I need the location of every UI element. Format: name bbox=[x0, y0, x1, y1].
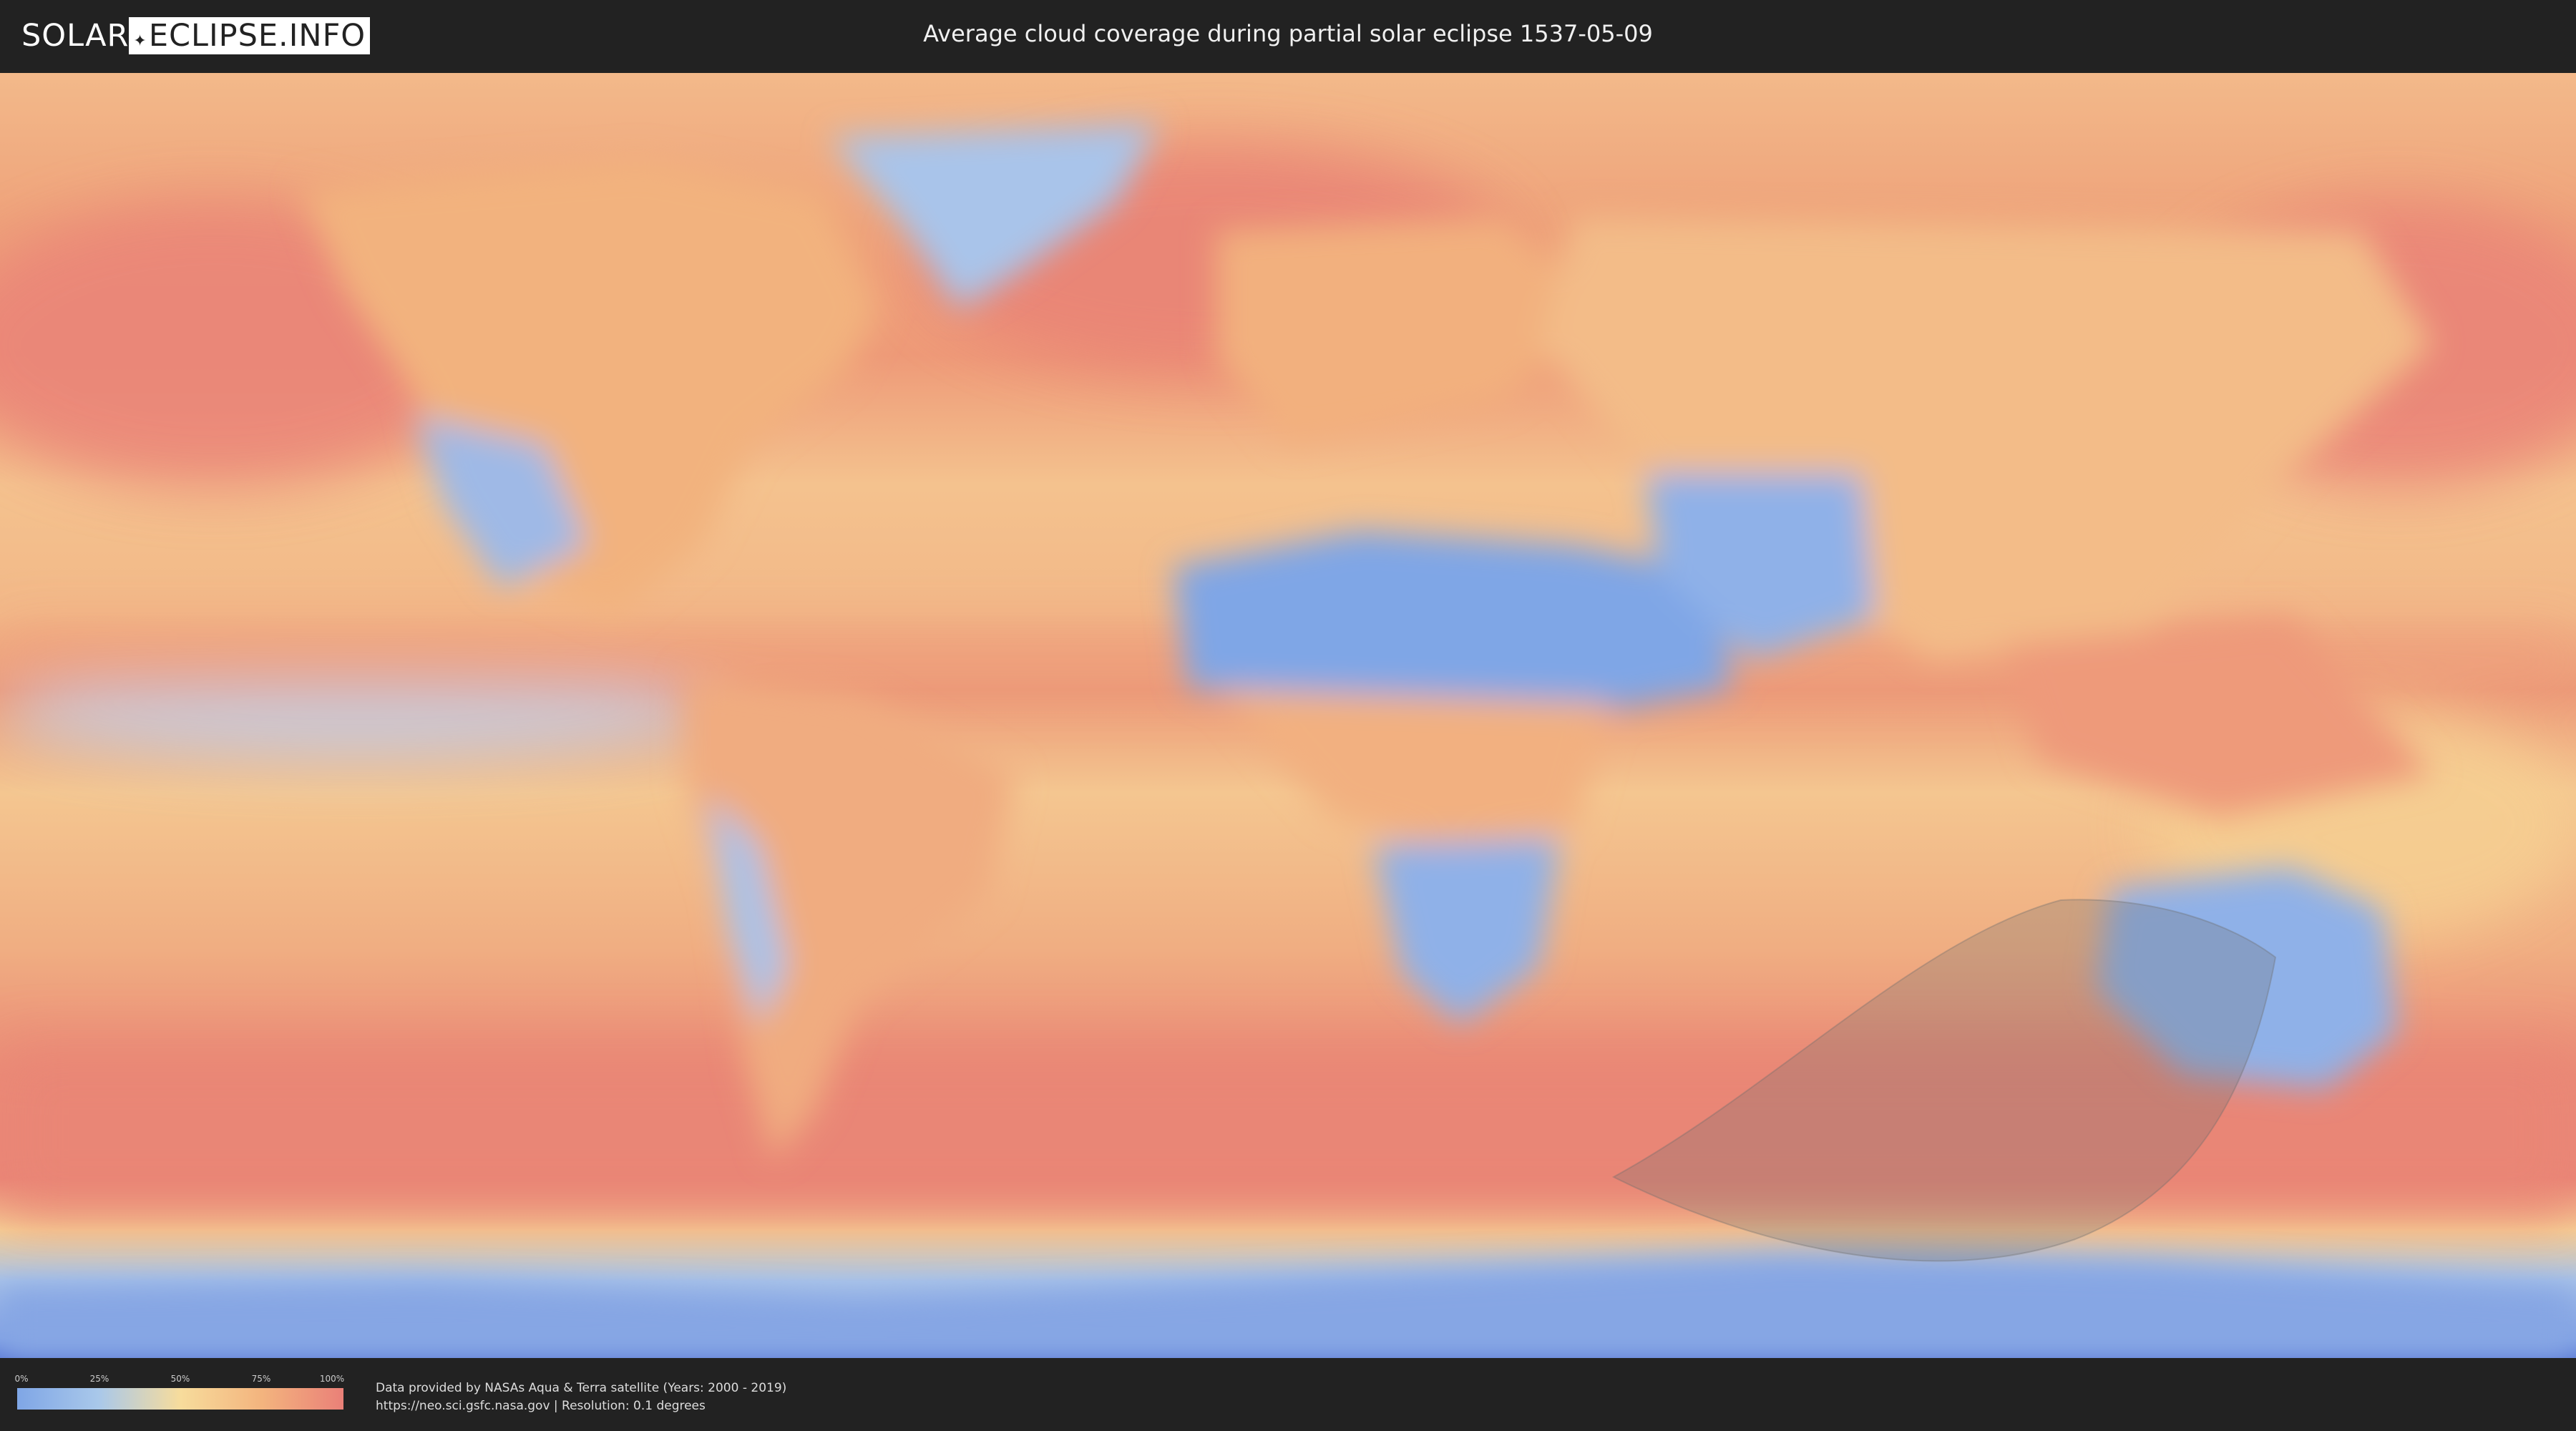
world-map-svg bbox=[0, 73, 2576, 1358]
cloud-coverage-legend: 0% 25% 50% 75% 100% bbox=[14, 1374, 345, 1410]
legend-tick-100: 100% bbox=[319, 1374, 345, 1384]
cloud-coverage-map[interactable] bbox=[0, 73, 2576, 1358]
page-title: Average cloud coverage during partial so… bbox=[923, 20, 1653, 47]
credits-url-resolution: https://neo.sci.gsfc.nasa.gov | Resoluti… bbox=[376, 1399, 706, 1413]
legend-ticks: 0% 25% 50% 75% 100% bbox=[14, 1374, 345, 1385]
data-credits: Data provided by NASAs Aqua & Terra sate… bbox=[376, 1379, 786, 1415]
footer-bar: 0% 25% 50% 75% 100% Data provided by NAS… bbox=[0, 1358, 2576, 1431]
legend-color-scale bbox=[17, 1388, 343, 1410]
header-bar: SOLAR ✦ECLIPSE.INFO Average cloud covera… bbox=[0, 0, 2576, 72]
legend-tick-50: 50% bbox=[170, 1374, 190, 1384]
legend-tick-25: 25% bbox=[89, 1374, 109, 1384]
legend-tick-75: 75% bbox=[251, 1374, 271, 1384]
credits-source: Data provided by NASAs Aqua & Terra sate… bbox=[376, 1381, 787, 1395]
legend-tick-0: 0% bbox=[14, 1374, 29, 1384]
